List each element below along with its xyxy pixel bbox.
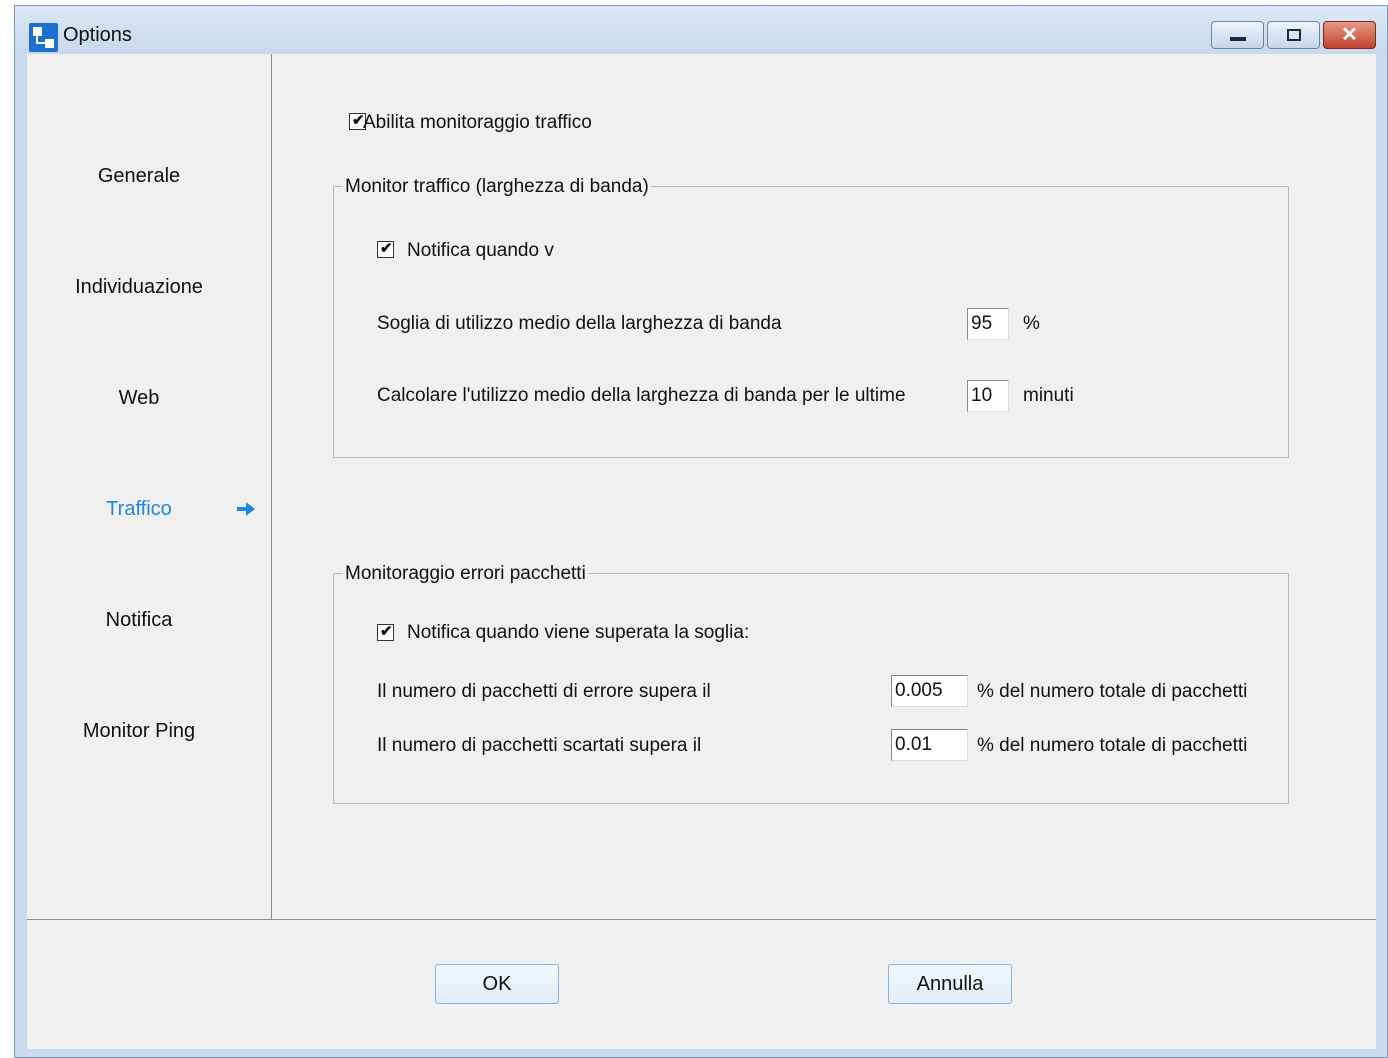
checkmark-icon: ✔: [380, 240, 393, 257]
sidebar-item-individuazione[interactable]: Individuazione: [27, 276, 251, 299]
dropped-packets-unit: % del numero totale di pacchetti: [977, 735, 1248, 756]
sidebar: Generale Individuazione Web Traffico Not…: [27, 54, 272, 919]
average-label: Calcolare l'utilizzo medio della larghez…: [377, 385, 906, 406]
options-window: Options ✕ Generale Individuazione Web Tr…: [14, 5, 1388, 1058]
sidebar-item-monitor-ping[interactable]: Monitor Ping: [27, 720, 251, 743]
error-packets-unit: % del numero totale di pacchetti: [977, 681, 1248, 702]
average-minutes-input[interactable]: 10: [967, 380, 1009, 412]
active-arrow-icon: [237, 502, 255, 516]
threshold-input[interactable]: 95: [967, 308, 1009, 340]
minimize-icon: [1230, 37, 1246, 41]
sidebar-item-notifica[interactable]: Notifica: [27, 609, 251, 632]
error-packets-input[interactable]: 0.005: [891, 675, 968, 707]
close-icon: ✕: [1341, 24, 1358, 46]
checkmark-icon: ✔: [380, 623, 393, 640]
footer-separator: [27, 919, 1376, 920]
minimize-button[interactable]: [1211, 21, 1264, 49]
sidebar-item-generale[interactable]: Generale: [27, 165, 251, 188]
threshold-label: Soglia di utilizzo medio della larghezza…: [377, 313, 782, 334]
dropped-packets-input[interactable]: 0.01: [891, 729, 968, 761]
sidebar-item-web[interactable]: Web: [27, 387, 251, 410]
bandwidth-groupbox: Monitor traffico (larghezza di banda) ✔ …: [333, 176, 1289, 458]
cancel-button[interactable]: Annulla: [888, 964, 1012, 1004]
options-client-area: Generale Individuazione Web Traffico Not…: [27, 54, 1376, 1049]
app-icon: [29, 23, 58, 52]
packet-notify-checkbox[interactable]: ✔: [377, 623, 394, 641]
threshold-unit: %: [1023, 313, 1040, 334]
maximize-icon: [1287, 29, 1301, 41]
window-title: Options: [63, 24, 132, 46]
ok-button[interactable]: OK: [435, 964, 559, 1004]
maximize-button[interactable]: [1267, 21, 1320, 49]
bandwidth-notify-label: Notifica quando v: [407, 240, 554, 261]
bandwidth-notify-checkbox[interactable]: ✔: [377, 240, 394, 258]
title-bar[interactable]: Options ✕: [15, 6, 1387, 54]
error-packets-label: Il numero di pacchetti di errore supera …: [377, 681, 711, 702]
packet-group-title: Monitoraggio errori pacchetti: [343, 563, 588, 585]
sidebar-item-traffico[interactable]: Traffico: [27, 498, 251, 521]
close-button[interactable]: ✕: [1323, 21, 1376, 49]
dropped-packets-label: Il numero di pacchetti scartati supera i…: [377, 735, 702, 756]
packet-notify-label: Notifica quando viene superata la soglia…: [407, 622, 750, 643]
packet-errors-groupbox: Monitoraggio errori pacchetti ✔ Notifica…: [333, 563, 1289, 804]
average-unit: minuti: [1023, 385, 1074, 406]
bandwidth-group-title: Monitor traffico (larghezza di banda): [343, 176, 651, 198]
enable-traffic-label: Abilita monitoraggio traffico: [363, 112, 592, 133]
